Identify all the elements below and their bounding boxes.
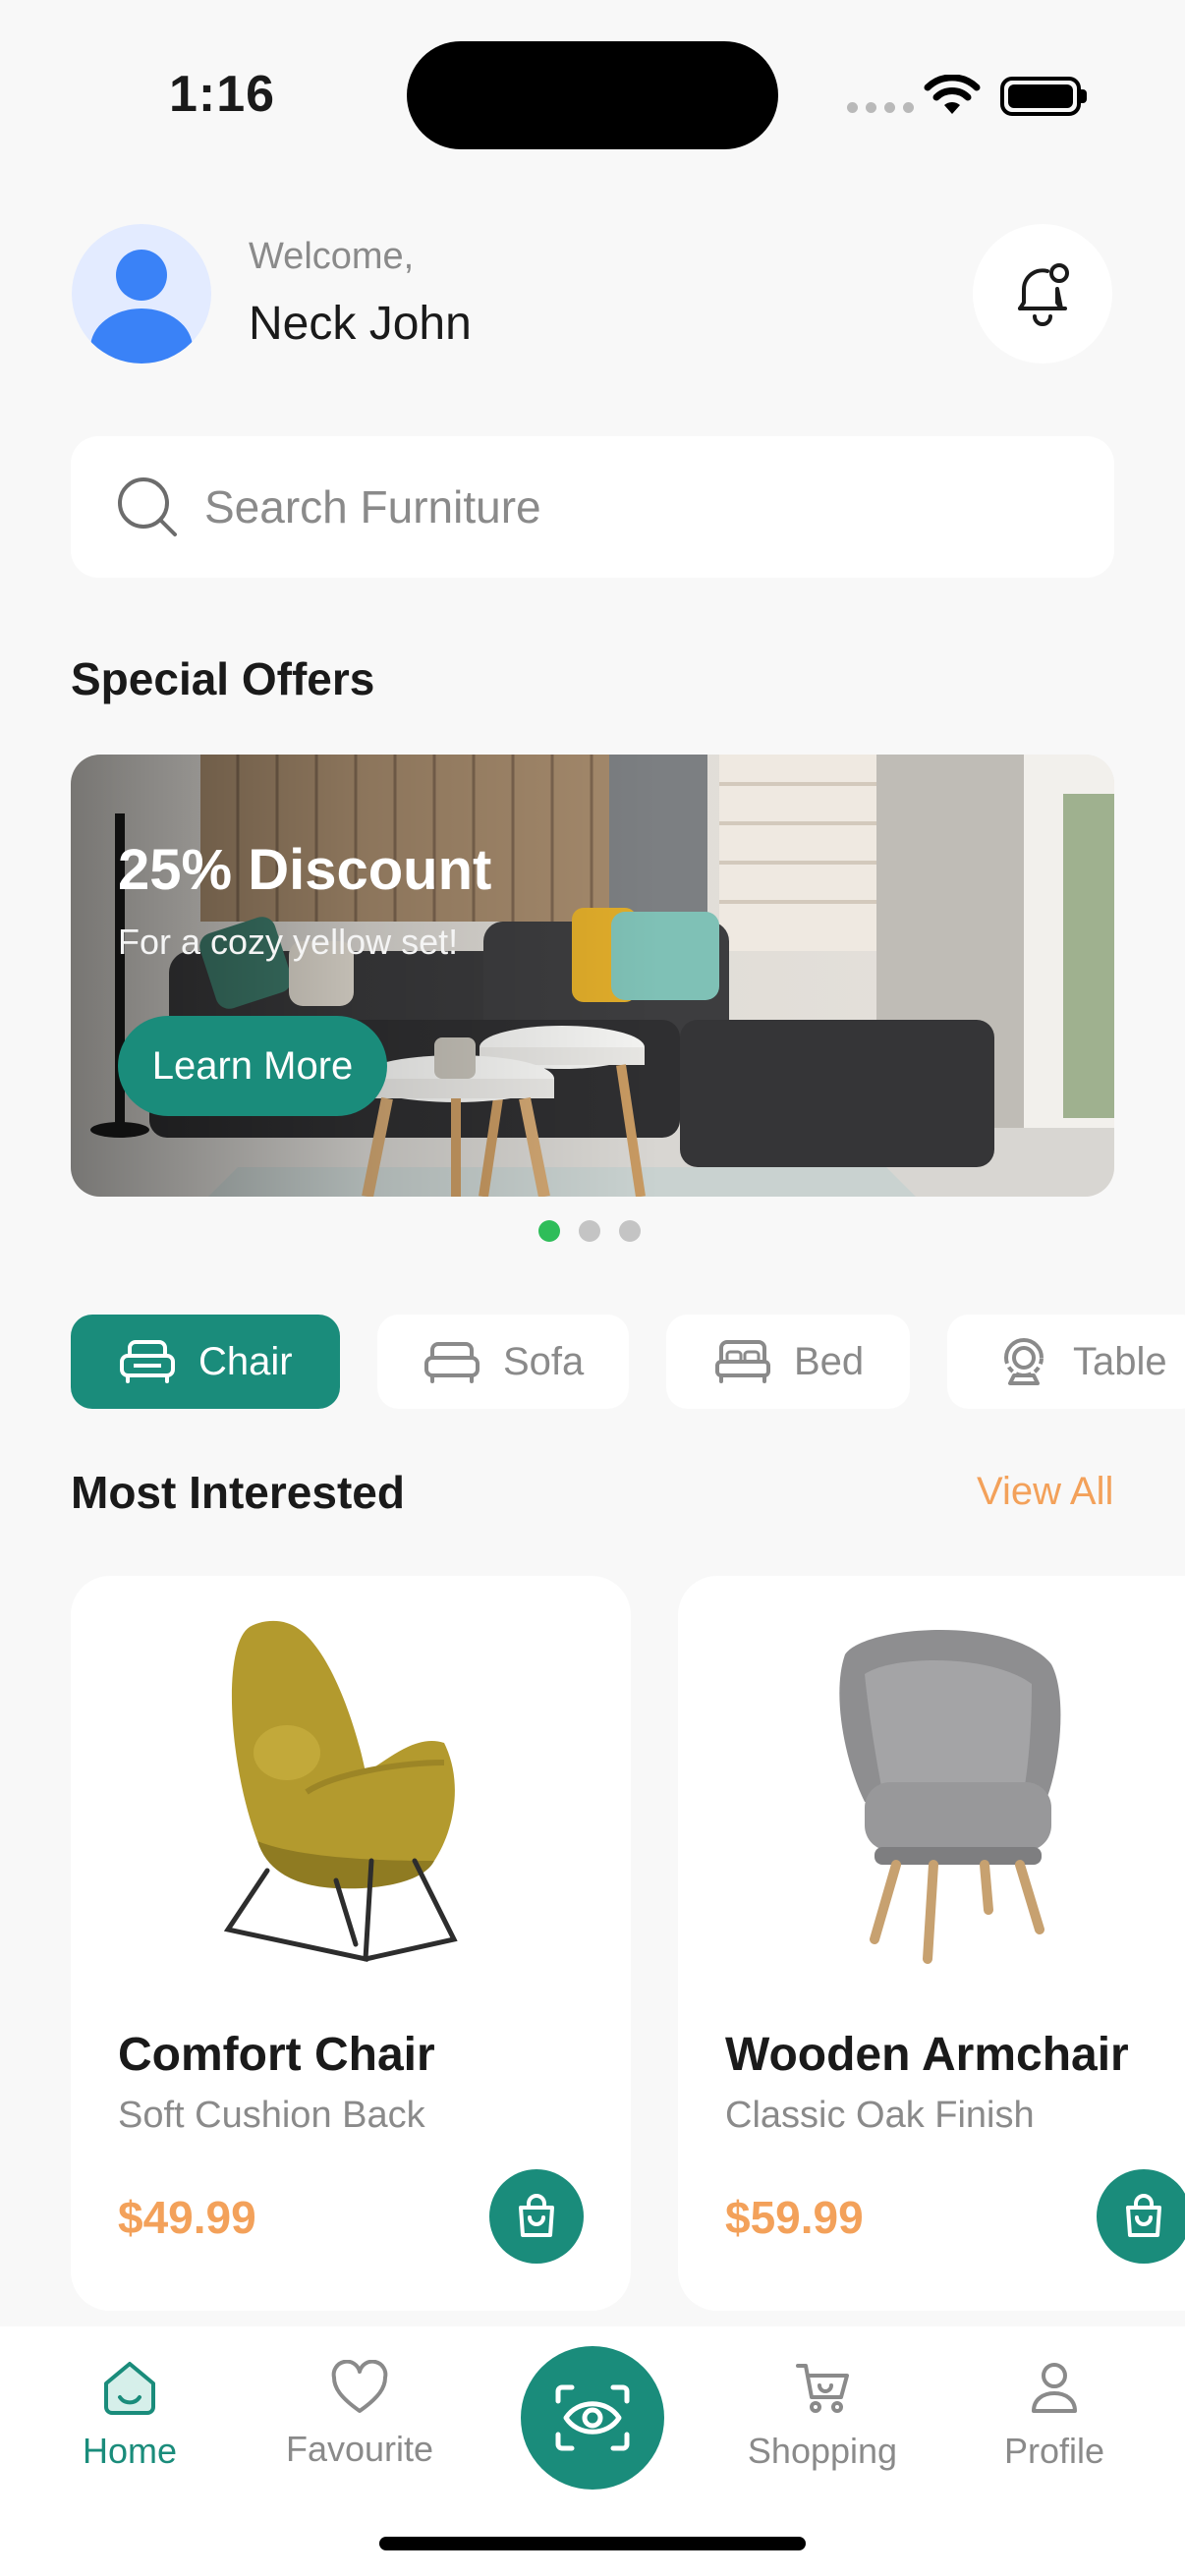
special-offers-title: Special Offers — [71, 653, 375, 704]
category-chip-table[interactable]: Table — [947, 1315, 1185, 1409]
product-name: Comfort Chair — [118, 2029, 435, 2081]
cellular-signal-icon — [847, 102, 914, 113]
nav-label: Profile — [1003, 2431, 1105, 2471]
category-label: Table — [1073, 1339, 1167, 1383]
table-lamp-icon — [1004, 1338, 1044, 1385]
wooden-armchair-image — [839, 1630, 1061, 1964]
nav-label: Shopping — [747, 2431, 898, 2471]
carousel-dot[interactable] — [579, 1220, 600, 1242]
view-all-link[interactable]: View All — [977, 1470, 1113, 1514]
product-card[interactable]: Comfort Chair Soft Cushion Back $49.99 — [71, 1576, 631, 2311]
product-desc: Soft Cushion Back — [118, 2095, 425, 2136]
sofa-icon — [424, 1342, 480, 1383]
product-name: Wooden Armchair — [725, 2029, 1129, 2081]
welcome-text: Welcome, — [249, 236, 415, 277]
banner-title: 25% Discount — [118, 838, 492, 902]
product-price: $49.99 — [118, 2192, 256, 2243]
nav-label: Favourite — [285, 2429, 434, 2469]
product-desc: Classic Oak Finish — [725, 2095, 1035, 2136]
category-chip-chair[interactable]: Chair — [71, 1315, 340, 1409]
nav-favourite[interactable]: Favourite — [281, 2360, 438, 2470]
scan-button[interactable] — [521, 2346, 664, 2490]
cart-icon — [796, 2364, 849, 2413]
battery-icon — [1000, 77, 1081, 116]
product-price: $59.99 — [725, 2192, 864, 2243]
add-to-bag-button[interactable] — [489, 2169, 584, 2264]
search-placeholder: Search Furniture — [204, 481, 541, 532]
nav-home[interactable]: Home — [77, 2360, 183, 2472]
category-label: Sofa — [503, 1339, 585, 1383]
scan-eye-icon — [555, 2384, 630, 2451]
heart-icon — [331, 2360, 388, 2413]
notification-button[interactable] — [973, 224, 1112, 364]
nav-profile[interactable]: Profile — [996, 2360, 1112, 2472]
nav-label: Home — [82, 2431, 178, 2471]
nav-shopping[interactable]: Shopping — [739, 2360, 906, 2472]
comfort-chair-image — [223, 1620, 458, 1963]
battery-tip — [1081, 89, 1087, 103]
bed-icon — [715, 1340, 770, 1383]
category-chip-sofa[interactable]: Sofa — [377, 1315, 629, 1409]
shopping-bag-icon — [1126, 2194, 1161, 2237]
learn-more-button[interactable]: Learn More — [118, 1016, 387, 1116]
carousel-dot[interactable] — [538, 1220, 560, 1242]
avatar[interactable] — [72, 224, 211, 364]
search-input[interactable]: Search Furniture — [71, 436, 1114, 578]
dynamic-island — [407, 41, 778, 149]
category-label: Chair — [198, 1339, 293, 1383]
user-avatar-icon — [90, 250, 193, 364]
category-label: Bed — [794, 1339, 865, 1383]
username: Neck John — [249, 298, 472, 350]
shopping-bag-icon — [519, 2194, 554, 2237]
user-icon — [1032, 2363, 1077, 2413]
status-time: 1:16 — [169, 66, 276, 123]
carousel-indicator[interactable] — [538, 1220, 641, 1242]
bell-icon — [1018, 263, 1069, 326]
product-card[interactable]: Wooden Armchair Classic Oak Finish $59.9… — [678, 1576, 1185, 2311]
home-icon — [104, 2362, 155, 2415]
wifi-icon — [924, 75, 981, 114]
add-to-bag-button[interactable] — [1097, 2169, 1185, 2264]
living-room-image — [71, 755, 1114, 1197]
home-indicator — [379, 2537, 806, 2550]
search-icon — [118, 477, 177, 536]
offer-banner[interactable]: 25% Discount For a cozy yellow set! Lear… — [71, 755, 1114, 1197]
carousel-dot[interactable] — [619, 1220, 641, 1242]
most-interested-title: Most Interested — [71, 1467, 405, 1518]
banner-subtitle: For a cozy yellow set! — [118, 922, 459, 962]
category-chip-bed[interactable]: Bed — [666, 1315, 910, 1409]
armchair-icon — [120, 1340, 175, 1383]
